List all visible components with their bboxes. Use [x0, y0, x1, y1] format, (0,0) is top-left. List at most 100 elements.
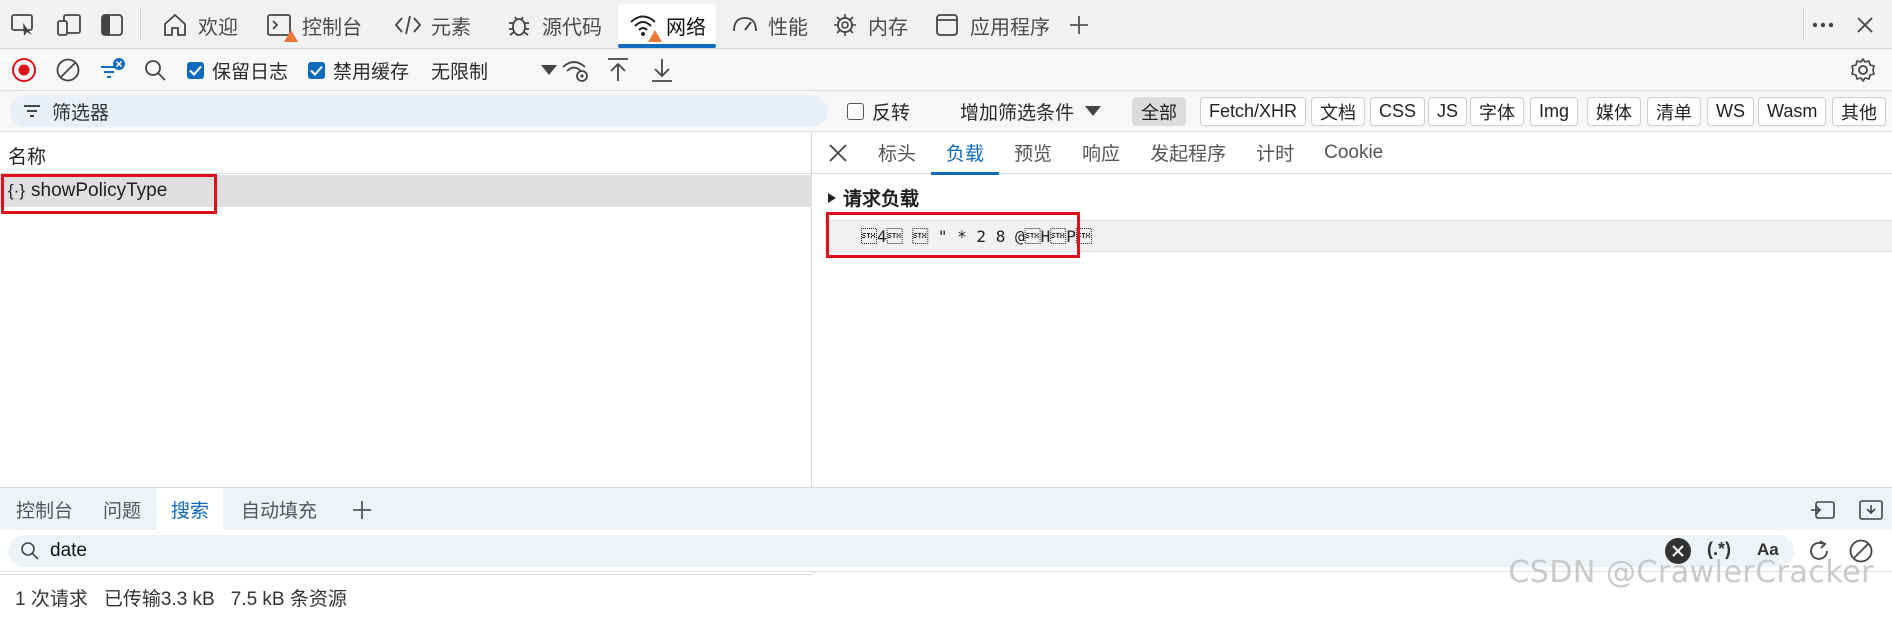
dock-side-icon[interactable] [97, 10, 127, 40]
tab-headers[interactable]: 标头 [863, 132, 931, 174]
network-conditions-button[interactable] [561, 55, 591, 85]
import-har-button[interactable] [606, 55, 630, 85]
search-icon [21, 542, 39, 560]
tab-timing[interactable]: 计时 [1241, 132, 1309, 174]
tab-performance[interactable]: 性能 [720, 4, 818, 46]
filter-input[interactable]: 筛选器 [10, 95, 828, 127]
close-drawer-icon [1859, 499, 1883, 520]
filter-bar: 筛选器 反转 增加筛选条件 全部 Fetch/XHR 文档 CSS JS 字体 … [0, 91, 1892, 132]
request-detail-panel: 标头 负载 预览 响应 发起程序 计时 Cookie 请求负载 4  " … [813, 131, 1892, 487]
search-icon [145, 60, 166, 81]
tab-payload[interactable]: 负载 [931, 131, 1000, 175]
filter-chip-fetch-xhr[interactable]: Fetch/XHR [1200, 97, 1307, 126]
watermark: CSDN @CrawlerCracker [1508, 555, 1874, 590]
preserve-log-label: 保留日志 [212, 61, 289, 83]
download-icon [652, 59, 672, 82]
filter-chip-img[interactable]: Img [1530, 97, 1579, 126]
tab-sources[interactable]: 源代码 [494, 4, 612, 46]
filter-chip-all[interactable]: 全部 [1132, 97, 1186, 126]
filter-chip-other[interactable]: 其他 [1832, 97, 1886, 126]
tab-cookies[interactable]: Cookie [1309, 132, 1398, 174]
filter-chip-js[interactable]: JS [1428, 97, 1468, 126]
home-icon [160, 10, 190, 40]
plus-icon [353, 500, 371, 519]
drawer-tab-search[interactable]: 搜索 [157, 488, 224, 531]
tab-elements[interactable]: 元素 [383, 4, 481, 46]
add-tab-icon[interactable] [1064, 10, 1094, 40]
transferred-size: 已传输3.3 kB [103, 588, 215, 610]
filter-toggle-button[interactable] [98, 55, 128, 85]
code-icon [393, 10, 423, 40]
filter-placeholder: 筛选器 [52, 102, 110, 124]
filter-chip-doc[interactable]: 文档 [1311, 97, 1365, 126]
tab-application[interactable]: 应用程序 [922, 4, 1060, 46]
detail-tabs: 标头 负载 预览 响应 发起程序 计时 Cookie [813, 131, 1892, 175]
tab-label: 应用程序 [970, 16, 1050, 39]
tab-label: 元素 [431, 16, 471, 39]
filter-chip-ws[interactable]: WS [1707, 97, 1754, 126]
filter-chip-wasm[interactable]: Wasm [1758, 97, 1827, 126]
payload-section-header[interactable]: 请求负载 [827, 184, 919, 211]
chip-icon [830, 10, 860, 40]
tab-console[interactable]: 控制台 [254, 4, 372, 46]
filter-icon [24, 105, 40, 117]
throttling-select[interactable]: 无限制 [431, 55, 558, 85]
close-icon [829, 143, 847, 162]
more-filters-dropdown[interactable]: 增加筛选条件 [960, 96, 1102, 126]
preserve-log-checkbox[interactable]: 保留日志 [187, 55, 288, 85]
tab-preview[interactable]: 预览 [999, 132, 1067, 174]
more-options-icon[interactable] [1808, 10, 1838, 40]
filter-chip-font[interactable]: 字体 [1470, 97, 1524, 126]
drawer-tab-bar: 控制台 问题 搜索 自动填充 [0, 487, 1892, 531]
column-header-name[interactable]: 名称 [0, 132, 812, 174]
close-devtools-icon[interactable] [1850, 10, 1880, 40]
checkbox-checked-icon [187, 61, 204, 79]
checkbox-unchecked-icon [847, 102, 864, 120]
drawer-tab-autofill[interactable]: 自动填充 [227, 488, 331, 531]
network-summary: 1 次请求 已传输3.3 kB 7.5 kB 条资源 [0, 574, 812, 619]
tab-response[interactable]: 响应 [1067, 132, 1135, 174]
drawer-tab-console[interactable]: 控制台 [2, 488, 87, 531]
wifi-settings-icon [562, 61, 588, 82]
invert-checkbox[interactable]: 反转 [847, 96, 910, 126]
filter-chip-manifest[interactable]: 清单 [1647, 97, 1701, 126]
more-filters-label: 增加筛选条件 [960, 102, 1075, 124]
disable-cache-label: 禁用缓存 [333, 61, 410, 83]
search-input[interactable] [50, 540, 1550, 562]
disable-cache-checkbox[interactable]: 禁用缓存 [308, 55, 409, 85]
tab-initiator[interactable]: 发起程序 [1135, 132, 1241, 174]
drawer-add-tab-button[interactable] [337, 488, 387, 531]
tab-label: 内存 [868, 16, 908, 39]
highlight-box-payload [826, 212, 1080, 258]
close-detail-button[interactable] [813, 132, 863, 174]
export-har-button[interactable] [650, 55, 674, 85]
network-toolbar: 保留日志 禁用缓存 无限制 [0, 49, 1892, 91]
tab-network[interactable]: 网络 [618, 4, 716, 48]
close-drawer-button[interactable] [1844, 488, 1892, 531]
device-emulation-icon[interactable] [54, 10, 84, 40]
drawer-tab-issues[interactable]: 问题 [89, 488, 155, 531]
filter-chip-css[interactable]: CSS [1370, 97, 1426, 126]
settings-button[interactable] [1850, 55, 1876, 85]
dock-drawer-button[interactable] [1796, 488, 1850, 531]
clear-icon [56, 58, 80, 82]
chevron-down-icon [1085, 106, 1102, 116]
search-button[interactable] [143, 55, 167, 85]
tab-label: 源代码 [542, 16, 602, 39]
resource-size: 7.5 kB 条资源 [230, 588, 347, 610]
console-icon [264, 10, 298, 42]
tab-memory[interactable]: 内存 [820, 4, 918, 46]
request-count: 1 次请求 [15, 588, 88, 610]
payload-section-title: 请求负载 [843, 189, 920, 210]
app-window-icon [932, 10, 962, 40]
filter-chip-media[interactable]: 媒体 [1587, 97, 1641, 126]
clear-button[interactable] [55, 55, 81, 85]
upload-icon [608, 58, 628, 81]
highlight-box-request [1, 174, 217, 214]
inspect-element-icon[interactable] [8, 10, 38, 40]
tab-welcome[interactable]: 欢迎 [150, 4, 248, 46]
tab-label: 网络 [666, 16, 706, 39]
devtools-top-bar: 欢迎 控制台 元素 源代码 网络 性能 内存 应用程序 [0, 0, 1892, 49]
tab-label: 性能 [768, 16, 808, 39]
record-button[interactable] [11, 55, 37, 85]
